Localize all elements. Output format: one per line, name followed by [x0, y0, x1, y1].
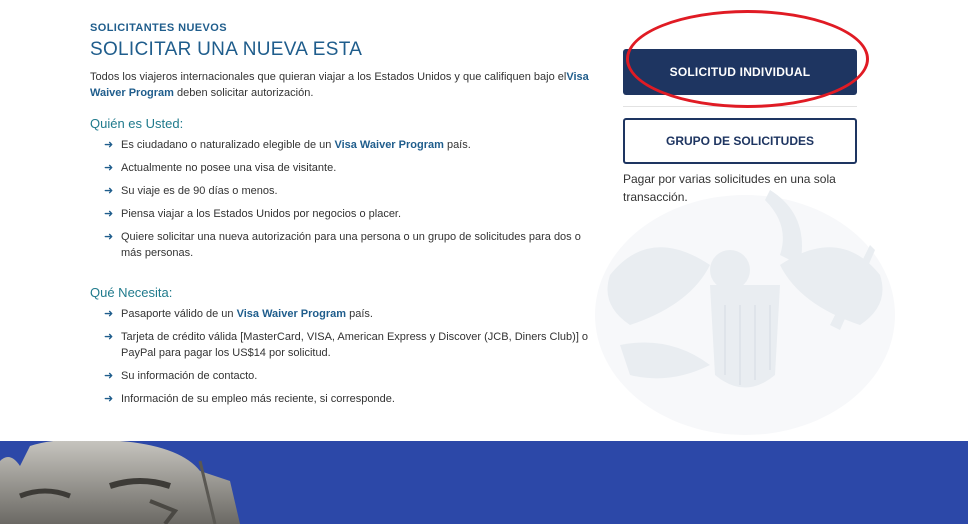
list-item: ➜ Información de su empleo más reciente, … — [90, 391, 600, 407]
new-applicants-section: SOLICITANTES NUEVOS SOLICITAR UNA NUEVA … — [90, 22, 600, 414]
list-item-text: Tarjeta de crédito válida [MasterCard, V… — [121, 331, 589, 359]
divider — [623, 106, 857, 107]
group-note: Pagar por varias solicitudes en una sola… — [623, 172, 836, 204]
list-item: ➜ Es ciudadano o naturalizado elegible de… — [90, 137, 600, 153]
list-item: ➜ Su información de contacto. — [90, 368, 600, 384]
arrow-right-icon: ➜ — [104, 139, 114, 151]
vwp-link[interactable]: Visa Waiver Program — [237, 308, 346, 320]
needs-title: Qué Necesita: — [90, 285, 173, 300]
list-item-text: Pasaporte válido de un — [121, 308, 237, 320]
monument-image — [0, 441, 240, 524]
list-item-text: país. — [346, 308, 373, 320]
list-item-text: Quiere solicitar una nueva autorización … — [121, 231, 581, 259]
needs-list: ➜ Pasaporte válido de un Visa Waiver Prog… — [90, 306, 600, 407]
list-item-text: Información de su empleo más reciente, s… — [121, 393, 395, 405]
arrow-right-icon: ➜ — [104, 231, 114, 243]
who-list: ➜ Es ciudadano o naturalizado elegible de… — [90, 137, 600, 261]
list-item: ➜ Actualmente no posee una visa de visita… — [90, 160, 600, 176]
arrow-right-icon: ➜ — [104, 208, 114, 220]
list-item-text: país. — [443, 139, 471, 151]
intro-text-end: deben solicitar autorización. — [173, 87, 314, 99]
list-item: ➜ Quiere solicitar una nueva autorización… — [90, 229, 600, 261]
page-title: SOLICITAR UNA NUEVA ESTA — [90, 39, 363, 60]
group-application-button[interactable]: GRUPO DE SOLICITUDES — [623, 118, 857, 164]
eagle-seal-icon — [595, 190, 895, 435]
list-item-text: Su viaje es de 90 días o menos. — [121, 185, 278, 197]
list-item: ➜ Su viaje es de 90 días o menos. — [90, 183, 600, 199]
vwp-link[interactable]: Visa Waiver Program — [334, 139, 443, 151]
intro-text: Todos los viajeros internacionales que q… — [90, 69, 600, 101]
list-item-text: Actualmente no posee una visa de visitan… — [121, 162, 337, 174]
arrow-right-icon: ➜ — [104, 370, 114, 382]
arrow-right-icon: ➜ — [104, 162, 114, 174]
list-item: ➜ Piensa viajar a los Estados Unidos por … — [90, 206, 600, 222]
arrow-right-icon: ➜ — [104, 393, 114, 405]
list-item: ➜ Tarjeta de crédito válida [MasterCard, … — [90, 329, 600, 361]
list-item-text: Es ciudadano o naturalizado elegible de … — [121, 139, 335, 151]
arrow-right-icon: ➜ — [104, 308, 114, 320]
section-eyebrow: SOLICITANTES NUEVOS — [90, 22, 227, 34]
list-item-text: Su información de contacto. — [121, 370, 258, 382]
who-title: Quién es Usted: — [90, 116, 184, 131]
arrow-right-icon: ➜ — [104, 185, 114, 197]
list-item-text: Piensa viajar a los Estados Unidos por n… — [121, 208, 402, 220]
intro-text-start: Todos los viajeros internacionales que q… — [90, 71, 567, 83]
list-item: ➜ Pasaporte válido de un Visa Waiver Prog… — [90, 306, 600, 322]
arrow-right-icon: ➜ — [104, 331, 114, 343]
individual-application-button[interactable]: SOLICITUD INDIVIDUAL — [623, 49, 857, 95]
